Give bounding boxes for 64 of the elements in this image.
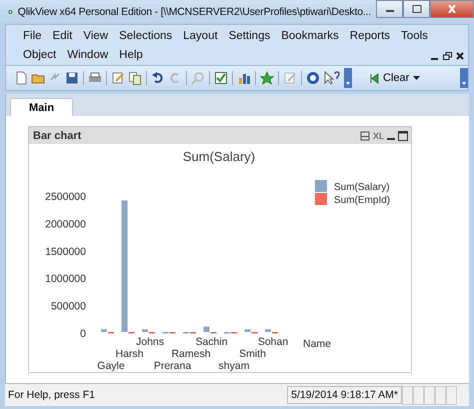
close-icon	[447, 5, 457, 13]
menu-item[interactable]: File	[18, 27, 48, 46]
menu-item[interactable]: Edit	[48, 27, 78, 46]
maximize-icon[interactable]	[398, 130, 408, 140]
axis-tick-label: 2000000	[45, 218, 86, 230]
menu-item[interactable]: Settings	[224, 27, 276, 46]
status-panel	[446, 386, 457, 404]
clear-button[interactable]: Clear	[367, 71, 424, 85]
dropdown-icon[interactable]	[344, 68, 352, 88]
close-icon[interactable]	[456, 52, 464, 60]
axis-category-label: Sohan	[258, 336, 288, 348]
status-panel	[402, 386, 413, 404]
menu-item[interactable]: View	[78, 27, 114, 46]
axis-category-label: Gayle	[97, 360, 125, 372]
restore-icon[interactable]	[443, 52, 452, 60]
axis-category-label: Smith	[239, 348, 266, 360]
window-title: QlikView x64 Personal Edition - [\\MCNSERVER2\UserProfiles\ptiwari\Deskto...	[18, 6, 371, 18]
new-document-icon[interactable]	[14, 71, 28, 85]
copy-icon[interactable]	[128, 71, 142, 85]
menu-item[interactable]: Window	[62, 46, 114, 65]
checkbox-icon[interactable]	[214, 71, 228, 85]
skip-back-icon	[370, 72, 379, 84]
axis-tick-label: 0	[80, 328, 86, 340]
menu-item[interactable]: Help	[114, 46, 149, 65]
menu-item[interactable]: Reports	[344, 27, 396, 46]
minimize-button[interactable]	[376, 0, 403, 18]
axis-tick-label: 1000000	[45, 273, 86, 286]
menu-item[interactable]: Object	[18, 46, 62, 65]
axis-tick-label: 1500000	[45, 246, 86, 258]
axis-tick-label: 2500000	[45, 191, 86, 203]
axis-category-label: Sachin	[195, 336, 228, 348]
menu-item[interactable]: Tools	[396, 27, 434, 46]
status-panel	[435, 386, 446, 404]
axis-category-label: Harsh	[116, 348, 144, 360]
maximize-button[interactable]	[403, 0, 430, 18]
chart-title: Sum(Salary)	[182, 149, 256, 164]
axis-title: Name	[303, 338, 331, 350]
sheet-tab[interactable]: Main	[10, 98, 74, 116]
maximize-icon	[412, 5, 422, 13]
status-panel	[413, 386, 424, 404]
axis-category-label: Ramesh	[171, 348, 211, 360]
menu-item[interactable]: Bookmarks	[276, 27, 345, 46]
axis-category-label: shyam	[218, 360, 250, 372]
save-icon[interactable]	[65, 71, 79, 85]
status-text: For Help, press F1	[8, 389, 95, 401]
close-button[interactable]	[430, 0, 474, 18]
chart-caption: Bar chart	[33, 130, 82, 142]
caret-icon	[413, 76, 420, 80]
excel-export-button[interactable]: XL	[372, 130, 384, 140]
axis-category-label: Johns	[136, 336, 164, 348]
dropdown-icon[interactable]	[460, 68, 468, 88]
legend-label: Sum(EmpId)	[334, 195, 390, 206]
legend-label: Sum(Salary)	[334, 182, 390, 193]
edit-icon[interactable]	[111, 71, 125, 85]
bar-chart-icon[interactable]	[237, 71, 251, 85]
status-timestamp: 5/19/2014 9:18:17 AM*	[287, 386, 402, 404]
star-icon[interactable]	[260, 71, 274, 85]
axis-category-label: Prerana	[154, 360, 192, 372]
status-panel	[424, 386, 435, 404]
undo-icon[interactable]	[151, 71, 165, 85]
menu-item[interactable]: Layout	[178, 27, 224, 46]
axis-tick-label: 500000	[50, 300, 86, 313]
menu-item[interactable]: Selections	[114, 27, 178, 46]
pointer-help-icon[interactable]	[323, 71, 341, 85]
